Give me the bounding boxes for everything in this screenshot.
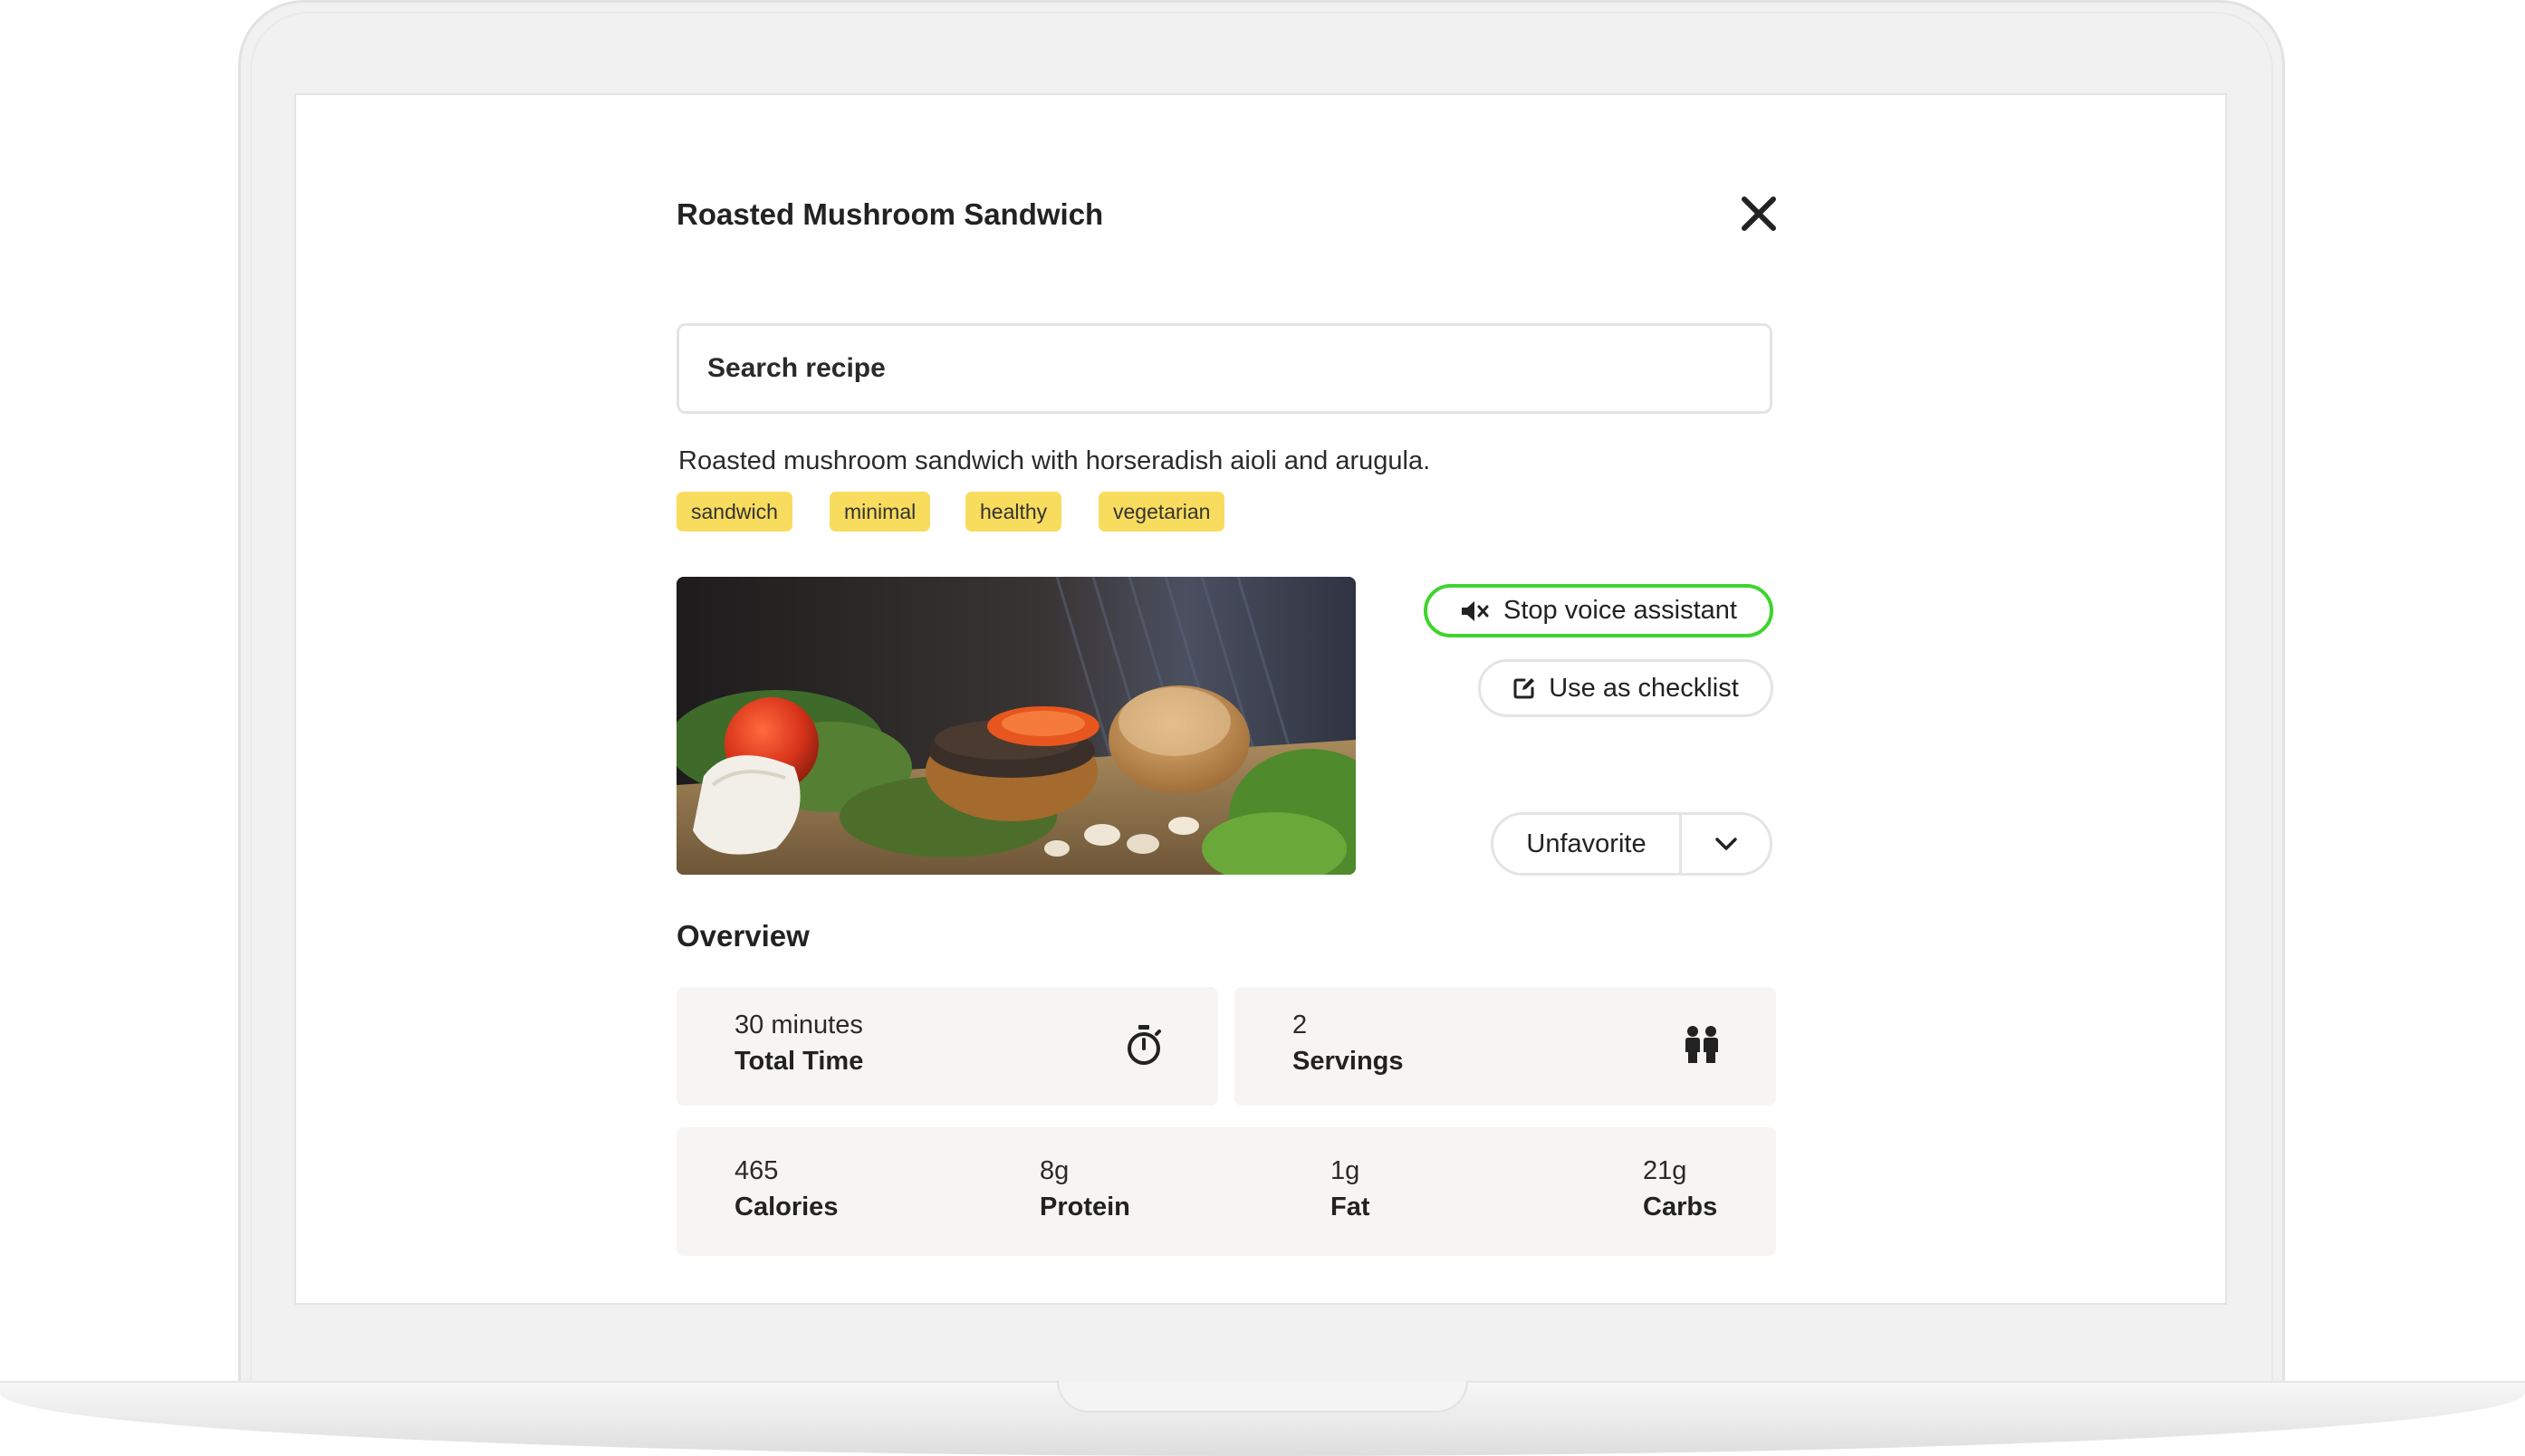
stopwatch-icon <box>1128 1025 1161 1065</box>
tag-healthy[interactable]: healthy <box>965 492 1062 532</box>
servings-stat: 2 Servings <box>1292 1007 1404 1079</box>
speaker-mute-icon <box>1462 600 1489 621</box>
carbs-value: 21g <box>1643 1156 1687 1185</box>
fat-stat: 1g Fat <box>1330 1153 1370 1225</box>
servings-value: 2 <box>1292 1011 1308 1039</box>
total-time-stat: 30 minutes Total Time <box>734 1007 863 1079</box>
tag-minimal[interactable]: minimal <box>830 492 931 532</box>
stop-voice-assistant-button[interactable]: Stop voice assistant <box>1424 584 1773 637</box>
recipe-photo <box>677 577 1356 875</box>
chevron-down-icon <box>1714 838 1737 850</box>
carbs-stat: 21g Carbs <box>1643 1153 1717 1225</box>
favorite-options-dropdown[interactable] <box>1682 815 1770 873</box>
tag-sandwich[interactable]: sandwich <box>677 492 792 532</box>
unfavorite-button[interactable]: Unfavorite <box>1493 815 1682 873</box>
use-as-checklist-button[interactable]: Use as checklist <box>1478 659 1773 717</box>
overview-heading: Overview <box>677 919 810 953</box>
close-icon <box>1742 196 1776 231</box>
use-as-checklist-label: Use as checklist <box>1549 673 1739 703</box>
people-icon <box>1685 1026 1718 1063</box>
calories-label: Calories <box>734 1193 839 1221</box>
favorite-button-group: Unfavorite <box>1491 812 1772 876</box>
fat-label: Fat <box>1330 1193 1370 1221</box>
stop-voice-assistant-label: Stop voice assistant <box>1503 596 1737 625</box>
protein-label: Protein <box>1040 1193 1130 1221</box>
recipe-description: Roasted mushroom sandwich with horseradi… <box>678 446 1431 475</box>
edit-icon <box>1513 678 1535 699</box>
recipe-title: Roasted Mushroom Sandwich <box>677 197 1104 231</box>
protein-stat: 8g Protein <box>1040 1153 1130 1225</box>
total-time-value: 30 minutes <box>734 1011 863 1039</box>
nutrition-card: 465 Calories 8g Protein 1g Fat 21g Carbs <box>677 1127 1776 1256</box>
close-button[interactable] <box>1738 193 1780 235</box>
search-input[interactable] <box>677 323 1772 414</box>
calories-value: 465 <box>734 1156 779 1185</box>
tag-vegetarian[interactable]: vegetarian <box>1099 492 1225 532</box>
total-time-label: Total Time <box>734 1047 864 1076</box>
calories-stat: 465 Calories <box>734 1153 838 1225</box>
servings-label: Servings <box>1292 1047 1404 1076</box>
servings-card: 2 Servings <box>1234 987 1776 1106</box>
sandwich-illustration <box>677 577 1356 875</box>
laptop-notch <box>1057 1381 1468 1413</box>
fat-value: 1g <box>1330 1156 1360 1185</box>
protein-value: 8g <box>1040 1156 1070 1185</box>
total-time-card: 30 minutes Total Time <box>677 987 1218 1106</box>
carbs-label: Carbs <box>1643 1193 1718 1221</box>
